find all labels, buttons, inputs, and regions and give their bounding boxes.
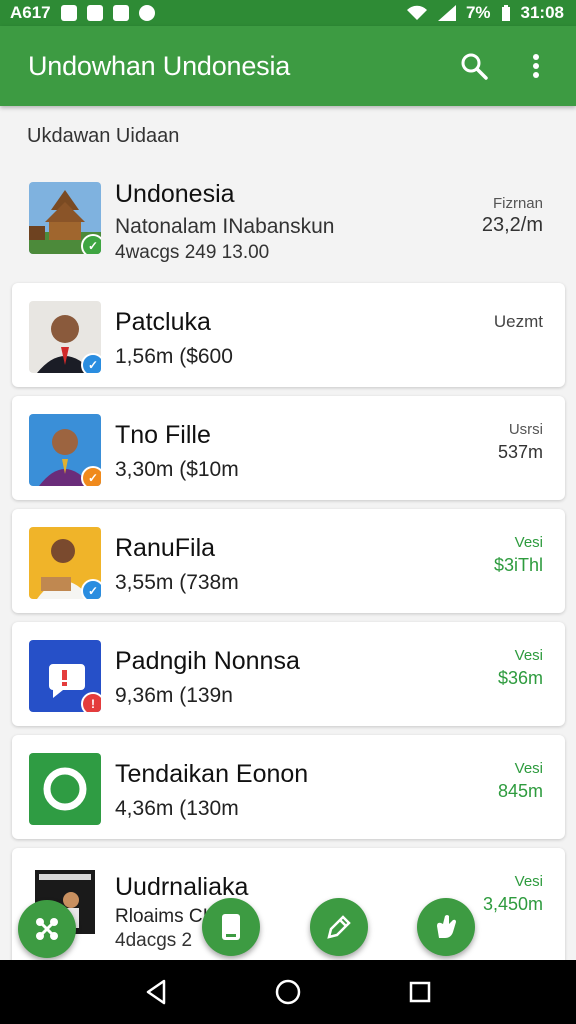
badge-icon: ✓: [81, 466, 101, 486]
item-thumbnail: ✓: [29, 414, 101, 486]
item-title: Undonesia: [115, 180, 235, 208]
back-icon: [146, 979, 166, 1005]
item-thumbnail: ✓: [29, 301, 101, 373]
item-meta-value: 845m: [497, 781, 543, 801]
item-title: Patcluka: [115, 308, 211, 336]
list-item[interactable]: ! Padngih Nonnsa 9,36m (139n Vesi $36m: [12, 622, 565, 726]
item-subtitle: 9,36m (139n: [115, 684, 233, 707]
recents-icon: [409, 981, 431, 1003]
wifi-icon: [406, 5, 427, 20]
fab-edit[interactable]: [310, 898, 368, 956]
edit-icon: [327, 915, 351, 939]
status-bar: A617 7% 31:08: [0, 0, 576, 26]
back-button[interactable]: [136, 972, 176, 1012]
document-icon: [222, 914, 240, 940]
item-meta-value: $3iThl: [493, 555, 543, 575]
app-bar: Undowhan Undonesia: [0, 26, 576, 106]
item-subtitle: 3,30m ($10m: [115, 458, 239, 481]
item-thumbnail: [29, 753, 101, 825]
search-button[interactable]: [452, 44, 496, 88]
record-icon: [138, 5, 155, 21]
list-item[interactable]: ✓ RanuFila 3,55m (738m Vesi $3iThl: [12, 509, 565, 613]
item-title: RanuFila: [115, 534, 216, 562]
battery-icon: [501, 5, 510, 21]
recents-button[interactable]: [400, 972, 440, 1012]
item-thumbnail: ✓: [29, 527, 101, 599]
list-item[interactable]: ✓ Patcluka 1,56m ($600 Uezmt: [12, 283, 565, 387]
search-icon: [461, 53, 488, 80]
item-detail: 4dacgs 2: [115, 930, 193, 951]
item-subtitle: 3,55m (738m: [115, 571, 239, 594]
item-detail: 4wacgs 249 13.00: [115, 242, 270, 263]
fab-document[interactable]: [202, 898, 260, 956]
item-title: Padngih Nonnsa: [115, 647, 300, 675]
battery-percent: 7%: [465, 3, 491, 22]
check-badge-icon: ✓: [81, 234, 101, 254]
alert-badge-icon: !: [81, 692, 101, 712]
item-thumbnail: !: [29, 640, 101, 712]
item-meta-label: Vesi: [514, 873, 543, 890]
item-meta-label: Vesi: [514, 647, 543, 664]
item-meta-value: $36m: [497, 668, 543, 688]
clock: 31:08: [520, 3, 564, 22]
mail-icon: [86, 5, 103, 21]
app-title: Undowhan Undonesia: [28, 50, 291, 81]
fab-hand[interactable]: [417, 898, 475, 956]
app-list: ✓ Undonesia Natonalam INabanskun 4wacgs …: [12, 170, 565, 977]
signal-icon: [437, 5, 456, 21]
item-meta-label: Usrsi: [508, 421, 543, 438]
item-subtitle: Natonalam INabanskun: [115, 215, 335, 238]
list-item[interactable]: ✓ Undonesia Natonalam INabanskun 4wacgs …: [12, 170, 565, 278]
fab-network[interactable]: [18, 900, 76, 958]
overflow-menu-button[interactable]: [514, 44, 558, 88]
item-meta-value: 23,2/m: [481, 214, 543, 236]
list-item[interactable]: Tendaikan Eonon 4,36m (130m Vesi 845m: [12, 735, 565, 839]
item-meta-value: 3,450m: [482, 894, 543, 914]
item-meta-label: Fizrnan: [492, 195, 543, 212]
item-meta-label: Vesi: [514, 534, 543, 551]
item-thumbnail: ✓: [29, 182, 101, 254]
item-meta-label: Uezmt: [493, 312, 543, 331]
twitter-badge-icon: ✓: [81, 353, 101, 373]
hand-icon: [437, 915, 456, 938]
twitter-badge-icon: ✓: [81, 579, 101, 599]
home-button[interactable]: [268, 972, 308, 1012]
item-meta-value: 537m: [497, 442, 543, 462]
item-subtitle: 1,56m ($600: [115, 345, 233, 368]
navigation-bar: [0, 960, 576, 1024]
item-title: Tno Fille: [115, 421, 211, 449]
notification-icon: [60, 5, 77, 21]
image-icon: [112, 5, 129, 21]
section-title: Ukdawan Uidaan: [27, 125, 180, 147]
item-subtitle: Rloaims CI: [115, 906, 208, 927]
item-subtitle: 4,36m (130m: [115, 797, 239, 820]
list-item[interactable]: Uudrnaliaka Rloaims CI 4dacgs 2 Vesi 3,4…: [12, 848, 565, 968]
network-icon: [36, 918, 58, 940]
carrier-text: A617: [10, 3, 51, 22]
home-icon: [275, 979, 301, 1005]
list-item[interactable]: ✓ Tno Fille 3,30m ($10m Usrsi 537m: [12, 396, 565, 500]
item-meta-label: Vesi: [514, 760, 543, 777]
item-title: Tendaikan Eonon: [115, 760, 309, 788]
more-vert-icon: [533, 54, 539, 78]
